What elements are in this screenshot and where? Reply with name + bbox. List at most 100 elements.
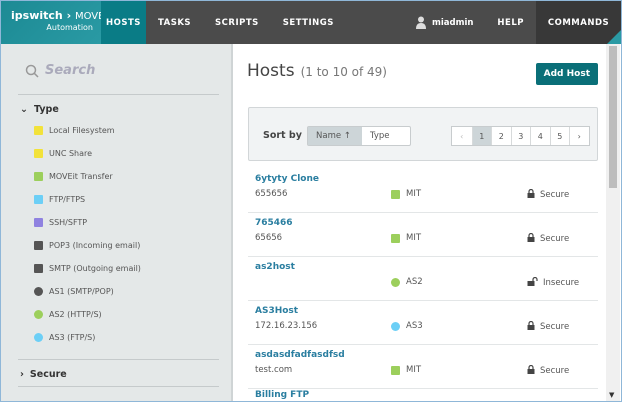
page-button[interactable]: 3 [510,127,531,145]
filter-item[interactable]: FTP/FTPS [34,195,85,204]
host-type: MIT [391,189,421,199]
sort-toggle: Name ↑ Type [307,126,411,146]
type-swatch-icon [391,233,400,243]
unlock-icon [527,276,538,289]
filter-label: SSH/SFTP [49,218,88,227]
host-type: MIT [391,365,421,375]
type-swatch-icon [34,333,43,342]
host-security: Secure [527,320,569,333]
host-count: (1 to 10 of 49) [300,65,387,79]
filter-item[interactable]: AS1 (SMTP/POP) [34,287,114,296]
page-button[interactable]: 2 [491,127,511,145]
type-swatch-icon [34,172,43,181]
type-swatch-icon [34,149,43,158]
filter-item[interactable]: UNC Share [34,149,92,158]
filter-label: AS2 (HTTP/S) [49,310,102,319]
sort-name-button[interactable]: Name ↑ [308,127,362,145]
host-security: Secure [527,364,569,377]
next-page-button[interactable]: › [569,127,589,145]
add-host-button[interactable]: Add Host [535,63,598,85]
host-type-label: MIT [406,365,422,375]
scroll-down-arrow[interactable]: ▼ [609,391,614,399]
logo-brand: ipswitch [11,9,63,22]
filter-item[interactable]: AS3 (FTP/S) [34,333,95,342]
filter-label: MOVEit Transfer [49,172,113,181]
arrow-up-icon: ↑ [343,131,351,141]
type-label: Type [33,104,59,115]
host-security: Secure [527,188,569,201]
tab-settings[interactable]: SETTINGS [271,1,346,44]
host-address: 655656 [255,189,288,199]
help-link[interactable]: HELP [485,1,536,44]
filter-label: FTP/FTPS [49,195,86,204]
type-section-toggle[interactable]: ⌄ Type [20,104,59,115]
host-name-link[interactable]: Billing FTP [255,390,309,401]
logo[interactable]: ipswitch › MOVEit Automation [1,1,111,44]
sort-type-button[interactable]: Type [362,127,410,145]
type-swatch-icon [34,218,43,227]
filter-item[interactable]: SMTP (Outgoing email) [34,264,141,273]
filter-label: SMTP (Outgoing email) [49,264,141,273]
scrollbar-thumb[interactable] [609,46,617,188]
commands-button[interactable]: COMMANDS [536,1,621,44]
host-name-link[interactable]: 765466 [255,218,293,228]
host-name-link[interactable]: 6ytyty Clone [255,174,319,184]
filter-item[interactable]: POP3 (Incoming email) [34,241,140,250]
host-address: 172.16.23.156 [255,321,318,331]
user-menu[interactable]: miadmin [404,1,485,44]
search-input[interactable]: Search [25,63,95,78]
host-row[interactable]: as2host AS2 Insecure [248,257,598,301]
divider [18,94,219,95]
page-button[interactable]: 1 [471,127,491,145]
page-title: Hosts (1 to 10 of 49) [247,61,387,81]
host-type-label: AS3 [406,321,423,331]
host-name-link[interactable]: asdasdfadfasdfsd [255,350,345,360]
lock-icon [527,232,535,245]
logo-sub: Automation [46,23,93,32]
host-row[interactable]: AS3Host 172.16.23.156 AS3 Secure [248,301,598,345]
tab-tasks[interactable]: TASKS [146,1,203,44]
search-placeholder: Search [45,63,96,78]
host-type: AS2 [391,277,423,287]
sort-panel: Sort by Name ↑ Type ‹ 1 2 3 4 5 › [248,107,598,161]
host-row[interactable]: 6ytyty Clone 655656 MIT Secure [248,169,598,213]
prev-page-button[interactable]: ‹ [452,127,472,145]
secure-label: Secure [29,369,67,380]
host-row[interactable]: asdasdfadfasdfsd test.com MIT Secure [248,345,598,389]
type-swatch-icon [34,195,43,204]
host-security: Secure [527,232,570,245]
filter-label: UNC Share [49,149,93,158]
host-address: 65656 [255,233,283,243]
page-button[interactable]: 4 [530,127,550,145]
page-button[interactable]: 5 [549,127,570,145]
secure-section-toggle[interactable]: › Secure [20,369,67,380]
tab-scripts[interactable]: SCRIPTS [203,1,271,44]
type-swatch-icon [391,189,400,199]
commands-label: COMMANDS [547,17,610,28]
filter-item[interactable]: SSH/SFTP [34,218,87,227]
security-label: Secure [540,234,570,244]
filter-label: Local Filesystem [49,126,115,135]
scrollbar[interactable]: ▼ [606,44,620,401]
security-label: Insecure [543,278,580,288]
filter-item[interactable]: Local Filesystem [34,126,115,135]
title-text: Hosts [247,61,295,81]
host-type-label: AS2 [406,277,423,287]
host-row[interactable]: Billing FTP [248,389,598,401]
type-swatch-icon [34,264,43,273]
tab-hosts[interactable]: HOSTS [101,1,146,44]
divider [18,359,219,360]
host-name-link[interactable]: AS3Host [255,306,298,316]
host-name-link[interactable]: as2host [255,262,295,272]
filter-item[interactable]: AS2 (HTTP/S) [34,310,102,319]
host-row[interactable]: 765466 65656 MIT Secure [248,213,598,257]
user-icon [416,16,426,29]
chevron-right-icon: › [20,369,24,380]
sort-by-label: Sort by [263,130,302,141]
filter-label: AS3 (FTP/S) [49,333,96,342]
type-swatch-icon [34,126,43,135]
type-swatch-icon [391,277,400,287]
lock-icon [527,364,535,377]
host-security: Insecure [527,276,580,289]
filter-item[interactable]: MOVEit Transfer [34,172,113,181]
